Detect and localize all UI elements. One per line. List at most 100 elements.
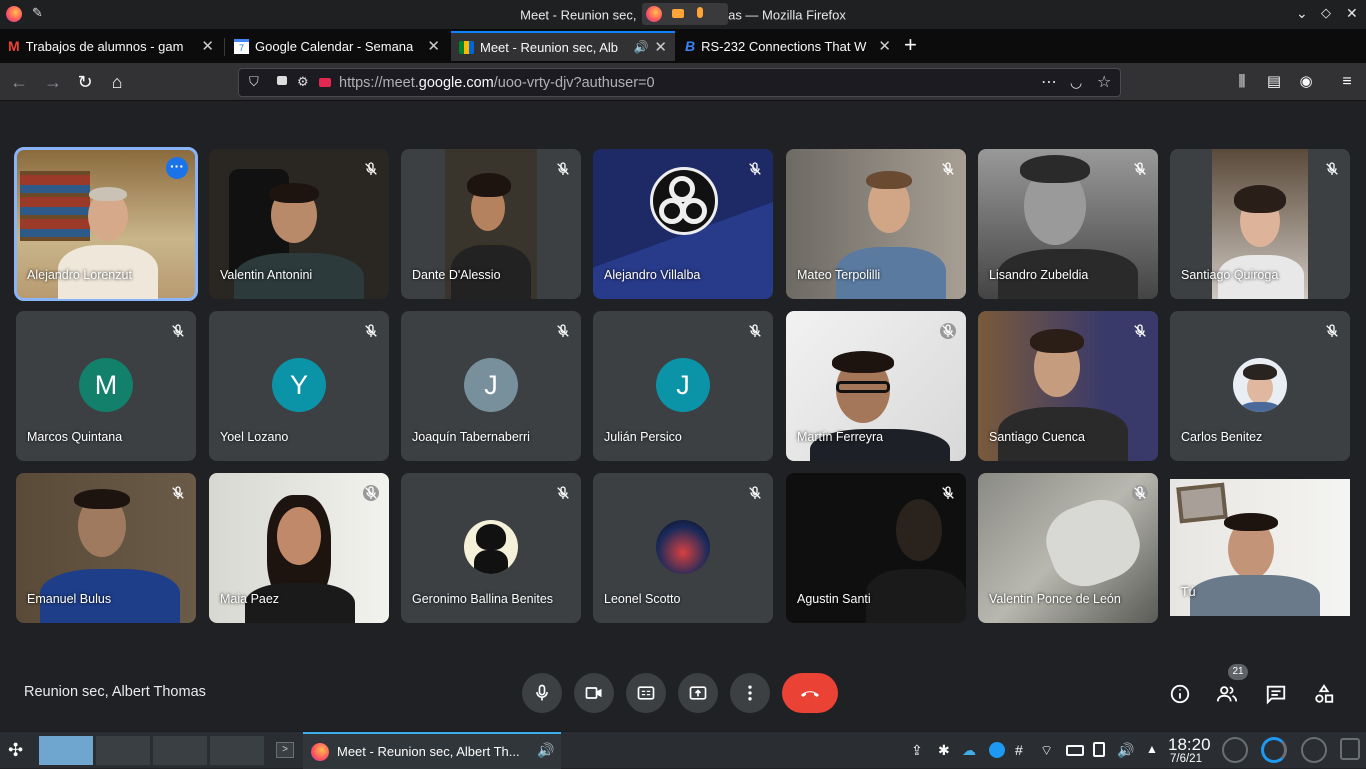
widget-progress-icon[interactable] <box>1261 737 1287 763</box>
close-tab-icon[interactable]: ✕ <box>878 37 891 55</box>
tab-meet[interactable]: Meet - Reunion sec, Alb 🔊 ✕ <box>451 31 675 61</box>
url-text: https://meet.google.com/uoo-vrty-djv?aut… <box>339 75 655 91</box>
info-icon[interactable] <box>1169 683 1191 705</box>
wifi-icon[interactable]: ⌔ <box>1040 742 1056 758</box>
participant-tile[interactable]: Dante D'Alessio <box>401 149 581 299</box>
taskbar-task-firefox[interactable]: Meet - Reunion sec, Albert Th... 🔊 <box>303 732 561 769</box>
firefox-sharing-icon <box>646 6 663 22</box>
more-options-icon[interactable]: ··· <box>166 157 188 179</box>
library-icon[interactable]: ⫼ <box>1229 69 1255 95</box>
sync-icon[interactable] <box>989 742 1005 758</box>
captions-button[interactable] <box>626 673 666 713</box>
virtual-desktop-3[interactable] <box>152 735 208 766</box>
pocket-icon[interactable]: ◡ <box>1070 74 1082 91</box>
back-button[interactable]: ← <box>6 69 32 95</box>
minimize-icon[interactable]: ⌄ <box>1296 5 1308 22</box>
bluetooth-icon[interactable]: ✱ <box>938 742 954 758</box>
clock-time[interactable]: 18:20 <box>1168 735 1211 755</box>
new-tab-button[interactable]: + <box>904 32 917 58</box>
more-options-button[interactable] <box>730 673 770 713</box>
tray-expand-icon[interactable]: ▲ <box>1146 742 1162 758</box>
participant-tile[interactable]: Emanuel Bulus <box>16 473 196 623</box>
participant-tile[interactable]: Mateo Terpolilli <box>786 149 966 299</box>
camera-permission-icon[interactable] <box>319 78 331 87</box>
menu-icon[interactable]: ≡ <box>1334 69 1360 95</box>
window-title: Meet - Reunion sec, as — Mozilla Firefox <box>0 3 1366 25</box>
participant-tile[interactable]: Martín Ferreyra <box>786 311 966 461</box>
more-vert-icon <box>748 685 752 701</box>
participant-tile[interactable]: Santiago Quiroga <box>1170 149 1350 299</box>
battery-icon[interactable] <box>1066 745 1084 756</box>
participant-tile[interactable]: Maia Paez <box>209 473 389 623</box>
participant-name: Agustin Santi <box>797 592 871 606</box>
sharing-indicator[interactable] <box>642 3 729 25</box>
chat-icon[interactable] <box>1265 683 1287 705</box>
clock-date[interactable]: 7/6/21 <box>1170 753 1202 765</box>
app-launcher-icon[interactable]: ✣ <box>8 740 23 761</box>
shield-icon[interactable]: ⛉ <box>249 74 259 90</box>
bookmark-star-icon[interactable]: ☆ <box>1097 72 1111 92</box>
tab-divider <box>224 38 225 56</box>
participant-tile[interactable]: Lisandro Zubeldia <box>978 149 1158 299</box>
participant-tile[interactable]: Valentin Ponce de León <box>978 473 1158 623</box>
glasses <box>836 381 890 393</box>
cloud-icon[interactable]: ☁ <box>962 742 978 758</box>
participant-tile[interactable]: Santiago Cuenca <box>978 311 1158 461</box>
widget-ring-icon[interactable] <box>1301 737 1327 763</box>
tab-calendar[interactable]: 7 Google Calendar - Semana ✕ <box>226 31 448 61</box>
camera-button[interactable] <box>574 673 614 713</box>
maximize-icon[interactable]: ◇ <box>1321 5 1331 21</box>
virtual-desktop-2[interactable] <box>95 735 151 766</box>
participant-tile[interactable]: Agustin Santi <box>786 473 966 623</box>
participant-tile[interactable]: Tú <box>1170 479 1350 616</box>
home-button[interactable]: ⌂ <box>104 69 130 95</box>
people-icon[interactable] <box>1216 683 1238 705</box>
reload-button[interactable]: ↻ <box>72 69 98 95</box>
page-actions-icon[interactable]: ⋯ <box>1041 72 1057 92</box>
widget-circle-icon[interactable] <box>1222 737 1248 763</box>
participant-tile[interactable]: Alejandro Villalba <box>593 149 773 299</box>
avatar: M <box>79 358 133 412</box>
forward-button[interactable]: → <box>40 69 66 95</box>
participant-tile[interactable]: Leonel Scotto <box>593 473 773 623</box>
microphone-button[interactable] <box>522 673 562 713</box>
terminal-icon[interactable]: > <box>276 742 294 758</box>
slack-icon[interactable]: # <box>1015 742 1031 758</box>
close-tab-icon[interactable]: ✕ <box>654 38 667 56</box>
tab-rs232[interactable]: B RS-232 Connections That W ✕ <box>677 31 899 61</box>
lock-icon[interactable] <box>277 76 287 85</box>
muted-mic-icon <box>557 162 569 175</box>
participant-tile[interactable]: Y Yoel Lozano <box>209 311 389 461</box>
muted-mic-icon <box>363 485 379 501</box>
participant-tile[interactable]: Valentin Antonini <box>209 149 389 299</box>
leave-call-button[interactable] <box>782 673 838 713</box>
task-audio-icon[interactable]: 🔊 <box>537 742 554 759</box>
participant-name: Carlos Benitez <box>1181 430 1263 444</box>
activities-icon[interactable] <box>1313 683 1335 705</box>
close-tab-icon[interactable]: ✕ <box>201 37 214 55</box>
account-icon[interactable]: ◉ <box>1293 69 1319 95</box>
participant-tile[interactable]: Geronimo Ballina Benites <box>401 473 581 623</box>
participant-tile[interactable]: ··· Alejandro Lorenzut <box>14 147 198 301</box>
permissions-icon[interactable]: ⚙ <box>297 74 309 90</box>
virtual-desktop-4[interactable] <box>209 735 265 766</box>
close-tab-icon[interactable]: ✕ <box>427 37 440 55</box>
sidebar-icon[interactable]: ▤ <box>1261 69 1287 95</box>
show-desktop-icon[interactable] <box>1340 738 1360 760</box>
avatar: J <box>464 358 518 412</box>
close-window-icon[interactable]: ✕ <box>1346 5 1358 22</box>
participant-name: Leonel Scotto <box>604 592 681 606</box>
participant-tile[interactable]: Carlos Benitez <box>1170 311 1350 461</box>
tab-audio-icon[interactable]: 🔊 <box>633 40 648 54</box>
address-bar[interactable]: ⛉ ⚙ https://meet.google.com/uoo-vrty-djv… <box>238 68 1121 97</box>
tab-gmail[interactable]: M Trabajos de alumnos - gam ✕ <box>0 31 222 61</box>
volume-icon[interactable]: 🔊 <box>1117 742 1134 758</box>
participant-tile[interactable]: M Marcos Quintana <box>16 311 196 461</box>
update-icon[interactable]: ⇪ <box>911 742 927 758</box>
clipboard-icon[interactable] <box>1093 742 1105 757</box>
present-screen-button[interactable] <box>678 673 718 713</box>
tab-label: Meet - Reunion sec, Alb <box>480 39 619 55</box>
participant-tile[interactable]: J Joaquín Tabernaberri <box>401 311 581 461</box>
virtual-desktop-1[interactable] <box>38 735 94 766</box>
participant-tile[interactable]: J Julián Persico <box>593 311 773 461</box>
